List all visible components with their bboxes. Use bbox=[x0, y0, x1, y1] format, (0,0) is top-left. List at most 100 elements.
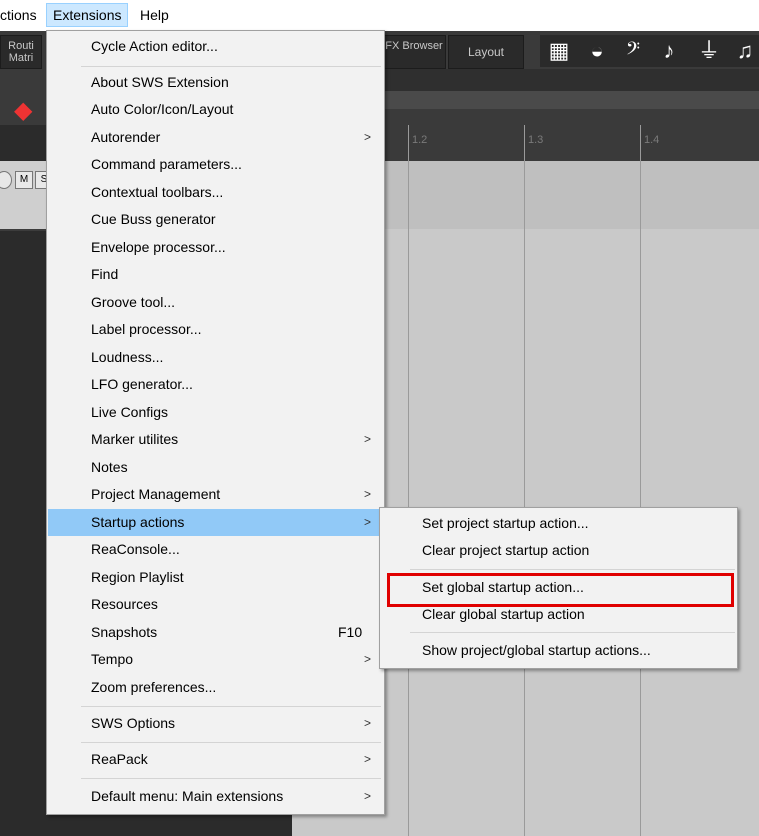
menu-item-label: Region Playlist bbox=[91, 569, 184, 585]
menu-item-auto-color[interactable]: Auto Color/Icon/Layout bbox=[48, 96, 383, 123]
menu-item-label: Project Management bbox=[91, 486, 221, 502]
menu-help[interactable]: Help bbox=[134, 4, 175, 26]
menu-item-notes[interactable]: Notes bbox=[48, 454, 383, 481]
routing-matrix-button[interactable]: Routi Matri bbox=[0, 35, 42, 69]
electric-guitar-icon[interactable]: ♫ bbox=[732, 39, 758, 63]
menu-item-about-sws[interactable]: About SWS Extension bbox=[48, 69, 383, 96]
menu-separator bbox=[81, 778, 381, 779]
layout-button[interactable]: Layout bbox=[448, 35, 524, 69]
menu-item-snapshots[interactable]: Snapshots F10 bbox=[48, 619, 383, 646]
submenu-arrow-icon: > bbox=[364, 515, 372, 529]
menu-separator bbox=[410, 632, 735, 633]
menu-item-cue-buss[interactable]: Cue Buss generator bbox=[48, 206, 383, 233]
menu-item-sws-options[interactable]: SWS Options > bbox=[48, 710, 383, 737]
menu-item-marker-utilities[interactable]: Marker utilites > bbox=[48, 426, 383, 453]
ruler-label: 1.2 bbox=[412, 134, 428, 146]
bass-clef-icon[interactable]: 𝄢 bbox=[620, 39, 646, 63]
toolbar-icon-group: ▦ ◒ 𝄢 ♪ ⏚ ♫ bbox=[540, 35, 759, 67]
menu-item-label: Loudness... bbox=[91, 349, 164, 365]
menu-item-label: Envelope processor... bbox=[91, 239, 226, 255]
menu-item-groove-tool[interactable]: Groove tool... bbox=[48, 289, 383, 316]
menu-item-find[interactable]: Find bbox=[48, 261, 383, 288]
submenu-arrow-icon: > bbox=[364, 789, 372, 803]
menu-actions[interactable]: ctions bbox=[0, 4, 43, 26]
menu-item-label: Find bbox=[91, 266, 119, 282]
menu-item-label: Notes bbox=[91, 459, 128, 475]
menu-item-contextual-toolbars[interactable]: Contextual toolbars... bbox=[48, 179, 383, 206]
menu-item-reapack[interactable]: ReaPack > bbox=[48, 746, 383, 773]
menu-item-autorender[interactable]: Autorender > bbox=[48, 124, 383, 151]
submenu-arrow-icon: > bbox=[364, 432, 372, 446]
menu-item-tempo[interactable]: Tempo > bbox=[48, 646, 383, 673]
submenu-item-clear-project-startup[interactable]: Clear project startup action bbox=[381, 537, 736, 564]
eraser-icon[interactable]: ◆ bbox=[14, 96, 48, 126]
menu-item-startup-actions[interactable]: Startup actions > bbox=[48, 509, 383, 536]
submenu-item-label: Clear project startup action bbox=[422, 542, 590, 558]
menu-item-label: ReaPack bbox=[91, 751, 148, 767]
menu-item-label: Auto Color/Icon/Layout bbox=[91, 101, 234, 117]
menu-item-command-parameters[interactable]: Command parameters... bbox=[48, 151, 383, 178]
menu-item-envelope-processor[interactable]: Envelope processor... bbox=[48, 234, 383, 261]
extensions-menu: Cycle Action editor... About SWS Extensi… bbox=[46, 30, 385, 815]
menu-item-default-menu[interactable]: Default menu: Main extensions > bbox=[48, 783, 383, 810]
menu-item-label: Cycle Action editor... bbox=[91, 38, 218, 54]
submenu-arrow-icon: > bbox=[364, 652, 372, 666]
menu-item-resources[interactable]: Resources bbox=[48, 591, 383, 618]
submenu-arrow-icon: > bbox=[364, 130, 372, 144]
menu-separator bbox=[81, 66, 381, 67]
menu-item-label: Zoom preferences... bbox=[91, 679, 217, 695]
mute-button[interactable]: M bbox=[15, 171, 33, 189]
submenu-item-show-startup-actions[interactable]: Show project/global startup actions... bbox=[381, 637, 736, 664]
menu-item-live-configs[interactable]: Live Configs bbox=[48, 399, 383, 426]
submenu-item-label: Set project startup action... bbox=[422, 515, 589, 531]
menu-item-label: SWS Options bbox=[91, 715, 176, 731]
drum-icon[interactable]: ◒ bbox=[584, 39, 610, 63]
submenu-item-label: Show project/global startup actions... bbox=[422, 642, 651, 658]
menu-item-label: Cue Buss generator bbox=[91, 211, 216, 227]
menu-item-lfo-generator[interactable]: LFO generator... bbox=[48, 371, 383, 398]
grid-line bbox=[640, 125, 641, 836]
submenu-arrow-icon: > bbox=[364, 487, 372, 501]
menu-item-label: Command parameters... bbox=[91, 156, 242, 172]
microphone-icon[interactable]: ⏚ bbox=[696, 39, 722, 63]
fx-browser-label: FX Browser bbox=[385, 40, 443, 52]
menu-item-label: Default menu: Main extensions bbox=[91, 788, 284, 804]
menu-item-label: Label processor... bbox=[91, 321, 202, 337]
grid-icon[interactable]: ▦ bbox=[546, 39, 572, 63]
menu-item-cycle-action-editor[interactable]: Cycle Action editor... bbox=[48, 33, 383, 60]
submenu-arrow-icon: > bbox=[364, 752, 372, 766]
menu-item-zoom-preferences[interactable]: Zoom preferences... bbox=[48, 674, 383, 701]
menu-bar: ctions Extensions Help bbox=[0, 0, 759, 31]
menu-item-region-playlist[interactable]: Region Playlist bbox=[48, 564, 383, 591]
menu-separator bbox=[410, 569, 735, 570]
menu-item-label: Snapshots bbox=[91, 624, 158, 640]
grid-line bbox=[524, 125, 525, 836]
menu-item-label: LFO generator... bbox=[91, 376, 193, 392]
menu-item-label: Startup actions bbox=[91, 514, 185, 530]
routing-matrix-label: Routi Matri bbox=[8, 40, 34, 64]
fx-browser-button[interactable]: FX Browser bbox=[382, 35, 446, 69]
annotation-highlight-box bbox=[387, 573, 734, 607]
menu-item-label: Resources bbox=[91, 596, 158, 612]
menu-extensions[interactable]: Extensions bbox=[46, 3, 129, 27]
menu-item-label: Tempo bbox=[91, 651, 134, 667]
menu-item-reaconsole[interactable]: ReaConsole... bbox=[48, 536, 383, 563]
menu-item-label: Marker utilites bbox=[91, 431, 179, 447]
grid-line bbox=[408, 125, 409, 836]
menu-item-label: Contextual toolbars... bbox=[91, 184, 224, 200]
menu-item-label-processor[interactable]: Label processor... bbox=[48, 316, 383, 343]
submenu-arrow-icon: > bbox=[364, 716, 372, 730]
menu-item-loudness[interactable]: Loudness... bbox=[48, 344, 383, 371]
menu-item-label: ReaConsole... bbox=[91, 541, 180, 557]
ruler-label: 1.4 bbox=[644, 134, 660, 146]
menu-item-label: Live Configs bbox=[91, 404, 169, 420]
menu-item-project-management[interactable]: Project Management > bbox=[48, 481, 383, 508]
ruler-label: 1.3 bbox=[528, 134, 544, 146]
shortcut-label: F10 bbox=[338, 624, 363, 640]
submenu-item-set-project-startup[interactable]: Set project startup action... bbox=[381, 510, 736, 537]
guitar-icon[interactable]: ♪ bbox=[656, 39, 682, 63]
menu-item-label: Autorender bbox=[91, 129, 161, 145]
menu-separator bbox=[81, 706, 381, 707]
menu-item-label: Groove tool... bbox=[91, 294, 176, 310]
menu-item-label: About SWS Extension bbox=[91, 74, 229, 90]
